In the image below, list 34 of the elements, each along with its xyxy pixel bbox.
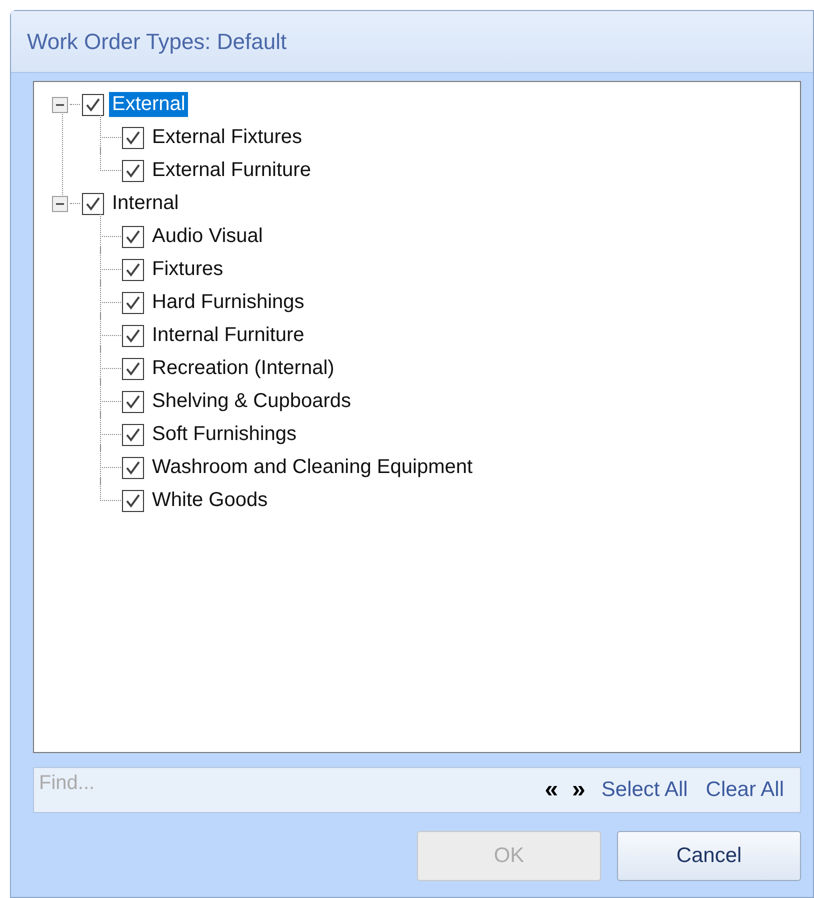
- checked-checkbox[interactable]: [122, 126, 144, 148]
- tree-item[interactable]: Fixtures: [149, 257, 226, 282]
- tree-item[interactable]: External Furniture: [149, 158, 314, 183]
- tree-item[interactable]: Hard Furnishings: [149, 290, 308, 315]
- checked-checkbox[interactable]: [122, 424, 144, 446]
- checked-checkbox[interactable]: [122, 160, 144, 182]
- checked-checkbox[interactable]: [122, 456, 144, 478]
- checked-checkbox[interactable]: [122, 390, 144, 412]
- window-title: Work Order Types: Default: [11, 11, 813, 73]
- checked-checkbox[interactable]: [122, 324, 144, 346]
- tree-item[interactable]: Recreation (Internal): [149, 356, 338, 381]
- previous-button[interactable]: «: [540, 776, 562, 804]
- cancel-button[interactable]: Cancel: [617, 831, 801, 881]
- checked-checkbox[interactable]: [82, 192, 104, 214]
- tree-item[interactable]: Washroom and Cleaning Equipment: [149, 455, 476, 480]
- checked-checkbox[interactable]: [122, 358, 144, 380]
- tree-item[interactable]: Internal: [109, 191, 182, 216]
- checked-checkbox[interactable]: [122, 490, 144, 512]
- checked-checkbox[interactable]: [122, 226, 144, 248]
- clear-all-link[interactable]: Clear All: [700, 778, 790, 802]
- collapse-icon[interactable]: [52, 96, 68, 112]
- checked-checkbox[interactable]: [122, 292, 144, 314]
- tree-item[interactable]: Shelving & Cupboards: [149, 389, 354, 414]
- checked-checkbox[interactable]: [82, 94, 104, 116]
- tree-item[interactable]: External: [109, 92, 188, 117]
- tree-item[interactable]: Internal Furniture: [149, 323, 308, 348]
- collapse-icon[interactable]: [52, 196, 68, 212]
- tree-item[interactable]: Audio Visual: [149, 224, 266, 249]
- tree-item[interactable]: Soft Furnishings: [149, 422, 300, 447]
- next-button[interactable]: »: [568, 776, 590, 804]
- tree-item[interactable]: External Fixtures: [149, 125, 306, 150]
- checked-checkbox[interactable]: [122, 258, 144, 280]
- select-all-link[interactable]: Select All: [595, 778, 694, 802]
- tree-item[interactable]: White Goods: [149, 488, 271, 513]
